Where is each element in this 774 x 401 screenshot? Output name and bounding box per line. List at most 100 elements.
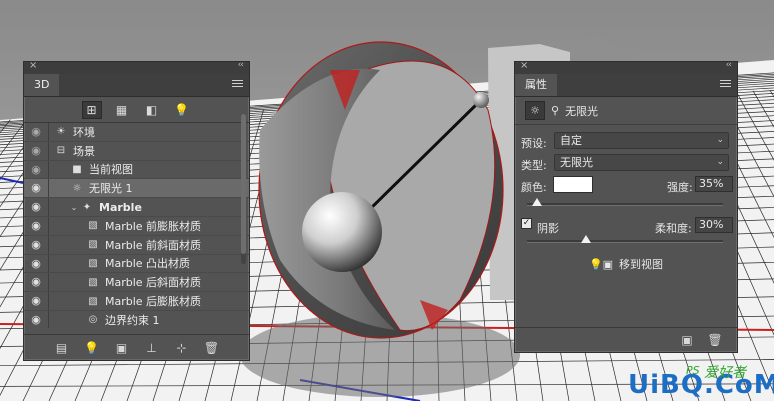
softness-label: 柔和度: — [655, 222, 692, 235]
layer-row[interactable]: ◉ ◎ 边界约束 1 — [24, 310, 249, 328]
layer-row[interactable]: ◉ ▧ Marble 凸出材质 — [24, 254, 249, 274]
close-icon[interactable]: × — [29, 60, 37, 71]
layer-row[interactable]: ◉ ▧ Marble 前膨胀材质 — [24, 216, 249, 236]
light-color-swatch[interactable] — [553, 176, 593, 193]
layer-row[interactable]: ◉ ⌄ ✦ Marble — [24, 198, 249, 217]
new-object-icon[interactable]: ▣ — [114, 341, 130, 355]
intensity-slider-track[interactable] — [527, 203, 723, 206]
preset-select[interactable]: 自定 ⌄ — [554, 132, 729, 149]
layer-label: 无限光 1 — [89, 182, 133, 196]
add-constraint-icon[interactable]: ⊹ — [174, 341, 190, 355]
material-icon: ▧ — [88, 257, 98, 269]
type-label: 类型: — [521, 159, 547, 172]
environment-icon: ☀ — [56, 126, 66, 138]
type-value: 无限光 — [560, 156, 593, 169]
layer-row[interactable]: ◉ ■ 当前视图 — [24, 160, 249, 180]
mesh-icon: ✦ — [82, 201, 92, 213]
preset-value: 自定 — [560, 134, 582, 147]
light-handle-knob[interactable] — [473, 92, 489, 108]
eye-icon[interactable]: ◉ — [24, 216, 49, 235]
collapse-icon[interactable]: ‹‹ — [726, 60, 732, 70]
watermark-cn-text: 爱好者 — [704, 365, 746, 381]
layer-row[interactable]: ◉ ☼ 无限光 1 — [24, 179, 249, 199]
panel-tabbar: 属性 — [515, 74, 737, 97]
shadow-checkbox[interactable]: ✓ — [521, 218, 532, 229]
constraint-icon: ◎ — [88, 314, 98, 326]
layer-row[interactable]: ◉ ▧ Marble 后斜面材质 — [24, 273, 249, 293]
panel-menu-icon[interactable] — [232, 80, 243, 89]
coordinates-icon[interactable]: ⚲ — [551, 104, 559, 117]
light-widget-sphere[interactable] — [302, 192, 382, 272]
render-icon[interactable]: ▤ — [54, 341, 70, 355]
light-filter-icon[interactable]: 💡 — [172, 101, 192, 119]
3d-panel: × ‹‹ 3D ⊞ ▦ ◧ 💡 ◉ ☀ 环境 ◉ ⊟ 场景 ◉ ■ 当前视图 ◉ ☼ 无限光 1 ◉ ⌄ ✦ Mar… — [23, 60, 250, 361]
intensity-field[interactable]: 35% — [695, 176, 733, 192]
softness-field[interactable]: 30% — [695, 217, 733, 233]
delete-icon[interactable]: 🗑 — [707, 333, 723, 347]
layer-row[interactable]: ◉ ⊟ 场景 — [24, 141, 249, 161]
eye-icon[interactable]: ◉ — [24, 292, 49, 310]
close-icon[interactable]: × — [520, 60, 528, 71]
light-icon[interactable]: ☼ — [525, 101, 545, 120]
move-to-view-button[interactable]: 💡▣ 移到视图 — [515, 254, 737, 274]
3d-panel-footer: ▤ 💡 ▣ ⊥ ⊹ 🗑 — [24, 334, 249, 360]
layer-label: 边界约束 1 — [105, 313, 160, 327]
eye-icon[interactable]: ◉ — [24, 198, 49, 216]
watermark-latin-text: UiBQ.CoM — [628, 370, 774, 400]
delete-icon[interactable]: 🗑 — [204, 341, 220, 355]
panel-topbar: × ‹‹ — [515, 60, 737, 74]
panel-tabbar: 3D — [24, 74, 249, 97]
layer-label: Marble — [99, 200, 142, 214]
chevron-down-icon: ⌄ — [716, 157, 724, 167]
material-icon: ▧ — [88, 220, 98, 232]
eye-icon[interactable]: ◉ — [24, 141, 49, 160]
collapse-icon[interactable]: ‹‹ — [238, 60, 244, 70]
infinite-light-icon: ☼ — [72, 182, 82, 194]
color-intensity-row: 颜色: 强度: 35% — [515, 176, 737, 196]
move-to-view-icon: 💡▣ — [588, 257, 614, 271]
softness-slider-track[interactable] — [527, 240, 723, 243]
3d-layer-list: ◉ ☀ 环境 ◉ ⊟ 场景 ◉ ■ 当前视图 ◉ ☼ 无限光 1 ◉ ⌄ ✦ Marble ◉ ▧ Marble 前… — [24, 123, 249, 328]
eye-icon[interactable]: ◉ — [24, 273, 49, 292]
eye-icon[interactable]: ◉ — [24, 160, 49, 179]
layer-label: Marble 凸出材质 — [105, 257, 191, 271]
render-preview-icon[interactable]: ▣ — [679, 333, 695, 347]
layer-label: 当前视图 — [89, 163, 133, 177]
layer-label: Marble 后斜面材质 — [105, 276, 202, 290]
add-light-icon[interactable]: 💡 — [84, 341, 100, 355]
panel-menu-icon[interactable] — [720, 80, 731, 89]
material-icon: ▧ — [88, 295, 98, 307]
material-icon: ▧ — [88, 239, 98, 251]
scene-filter-icon[interactable]: ⊞ — [81, 101, 102, 119]
type-select[interactable]: 无限光 ⌄ — [554, 154, 729, 171]
layer-label: Marble 前斜面材质 — [105, 238, 202, 252]
shadow-label: 阴影 — [537, 222, 559, 235]
mesh-filter-icon[interactable]: ▦ — [112, 101, 132, 119]
filter-toolbar: ⊞ ▦ ◧ 💡 — [24, 97, 249, 123]
layer-row[interactable]: ◉ ▧ Marble 后膨胀材质 — [24, 292, 249, 311]
drop-to-ground-icon[interactable]: ⊥ — [144, 341, 160, 355]
eye-icon[interactable]: ◉ — [24, 235, 49, 254]
eye-icon[interactable]: ◉ — [24, 310, 49, 328]
shadow-row: ✓ 阴影 柔和度: 30% — [515, 217, 737, 237]
tab-3d[interactable]: 3D — [24, 74, 60, 96]
layer-label: Marble 后膨胀材质 — [105, 295, 202, 309]
type-row: 类型: 无限光 ⌄ — [515, 154, 737, 174]
layer-list-scrollbar[interactable] — [241, 114, 246, 264]
move-to-view-label: 移到视图 — [619, 258, 664, 271]
material-icon: ▧ — [88, 276, 98, 288]
chevron-down-icon[interactable]: ⌄ — [69, 203, 79, 212]
layer-row[interactable]: ◉ ▧ Marble 前斜面材质 — [24, 235, 249, 255]
eye-icon[interactable]: ◉ — [24, 254, 49, 273]
eye-icon[interactable]: ◉ — [24, 179, 49, 198]
color-label: 颜色: — [521, 181, 547, 194]
layer-label: Marble 前膨胀材质 — [105, 219, 202, 233]
properties-footer: ▣ 🗑 — [515, 327, 737, 352]
intensity-slider-thumb[interactable] — [531, 198, 542, 206]
material-filter-icon[interactable]: ◧ — [142, 101, 162, 119]
layer-label: 场景 — [73, 144, 95, 158]
layer-row[interactable]: ◉ ☀ 环境 — [24, 123, 249, 142]
softness-slider-thumb[interactable] — [580, 235, 591, 243]
tab-properties[interactable]: 属性 — [515, 74, 557, 96]
eye-icon[interactable]: ◉ — [24, 123, 49, 141]
